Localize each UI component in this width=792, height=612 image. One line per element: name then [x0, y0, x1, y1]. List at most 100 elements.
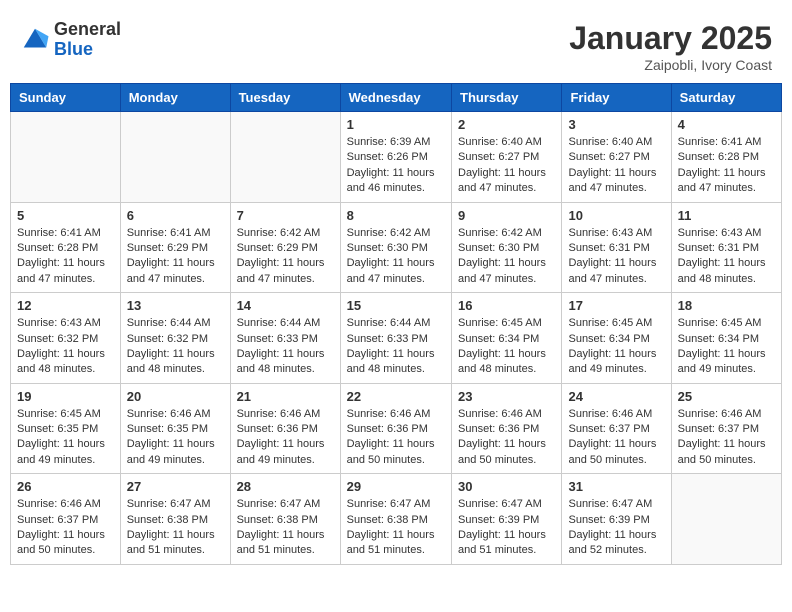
day-info: Sunrise: 6:40 AMSunset: 6:27 PMDaylight:… — [458, 135, 555, 197]
day-number: 15 — [347, 298, 445, 313]
day-number: 25 — [678, 389, 775, 404]
calendar-cell: 17Sunrise: 6:45 AMSunset: 6:34 PMDayligh… — [562, 293, 671, 384]
calendar-cell: 7 Sunrise: 6:42 AMSunset: 6:29 PMDaylight… — [230, 202, 340, 293]
calendar-cell: 14 Sunrise: 6:44 AMSunset: 6:33 PMDayligh… — [230, 293, 340, 384]
calendar-header-tuesday: Tuesday — [230, 84, 340, 112]
week-row-3: 19Sunrise: 6:45 AMSunset: 6:35 PMDayligh… — [11, 383, 782, 474]
calendar-cell: 22Sunrise: 6:46 AMSunset: 6:36 PMDayligh… — [340, 383, 451, 474]
day-number: 31 — [568, 479, 664, 494]
calendar-cell: 10Sunrise: 6:43 AMSunset: 6:31 PMDayligh… — [562, 202, 671, 293]
calendar-cell: 18Sunrise: 6:45 AMSunset: 6:34 PMDayligh… — [671, 293, 781, 384]
calendar-cell: 21Sunrise: 6:46 AMSunset: 6:36 PMDayligh… — [230, 383, 340, 474]
day-info: Sunrise: 6:42 AMSunset: 6:29 PMDaylight:… — [237, 226, 334, 288]
calendar-header-sunday: Sunday — [11, 84, 121, 112]
week-row-1: 5Sunrise: 6:41 AMSunset: 6:28 PMDaylight… — [11, 202, 782, 293]
day-number: 11 — [678, 208, 775, 223]
calendar-cell: 15 Sunrise: 6:44 AMSunset: 6:33 PMDayligh… — [340, 293, 451, 384]
month-title: January 2025 — [569, 20, 772, 57]
day-info: Sunrise: 6:46 AMSunset: 6:36 PMDaylight:… — [347, 407, 445, 469]
day-number: 9 — [458, 208, 555, 223]
calendar-header-saturday: Saturday — [671, 84, 781, 112]
day-number: 24 — [568, 389, 664, 404]
week-row-2: 12 Sunrise: 6:43 AMSunset: 6:32 PMDayligh… — [11, 293, 782, 384]
day-number: 1 — [347, 117, 445, 132]
calendar-cell: 1Sunrise: 6:39 AMSunset: 6:26 PMDaylight… — [340, 112, 451, 203]
calendar-cell: 23Sunrise: 6:46 AMSunset: 6:36 PMDayligh… — [452, 383, 562, 474]
calendar-cell: 16 Sunrise: 6:45 AMSunset: 6:34 PMDayligh… — [452, 293, 562, 384]
logo-icon — [20, 25, 50, 55]
location-subtitle: Zaipobli, Ivory Coast — [569, 57, 772, 73]
calendar-cell: 20 Sunrise: 6:46 AMSunset: 6:35 PMDayligh… — [120, 383, 230, 474]
day-number: 7 — [237, 208, 334, 223]
day-info: Sunrise: 6:47 AMSunset: 6:38 PMDaylight:… — [237, 497, 334, 559]
calendar-cell: 13 Sunrise: 6:44 AMSunset: 6:32 PMDayligh… — [120, 293, 230, 384]
calendar-header-wednesday: Wednesday — [340, 84, 451, 112]
day-number: 14 — [237, 298, 334, 313]
day-number: 20 — [127, 389, 224, 404]
day-number: 26 — [17, 479, 114, 494]
day-number: 13 — [127, 298, 224, 313]
day-info: Sunrise: 6:43 AMSunset: 6:32 PMDaylight:… — [17, 316, 114, 378]
logo-general-text: General — [54, 20, 121, 40]
calendar-cell: 9 Sunrise: 6:42 AMSunset: 6:30 PMDaylight… — [452, 202, 562, 293]
calendar-header-friday: Friday — [562, 84, 671, 112]
calendar-header-row: SundayMondayTuesdayWednesdayThursdayFrid… — [11, 84, 782, 112]
calendar-cell: 4 Sunrise: 6:41 AMSunset: 6:28 PMDaylight… — [671, 112, 781, 203]
title-block: January 2025 Zaipobli, Ivory Coast — [569, 20, 772, 73]
day-info: Sunrise: 6:45 AMSunset: 6:34 PMDaylight:… — [678, 316, 775, 378]
day-info: Sunrise: 6:45 AMSunset: 6:34 PMDaylight:… — [458, 316, 555, 378]
calendar-header-thursday: Thursday — [452, 84, 562, 112]
day-info: Sunrise: 6:44 AMSunset: 6:33 PMDaylight:… — [237, 316, 334, 378]
calendar-cell: 30Sunrise: 6:47 AMSunset: 6:39 PMDayligh… — [452, 474, 562, 565]
day-info: Sunrise: 6:47 AMSunset: 6:39 PMDaylight:… — [458, 497, 555, 559]
calendar-cell — [120, 112, 230, 203]
day-info: Sunrise: 6:42 AMSunset: 6:30 PMDaylight:… — [458, 226, 555, 288]
day-info: Sunrise: 6:42 AMSunset: 6:30 PMDaylight:… — [347, 226, 445, 288]
day-info: Sunrise: 6:41 AMSunset: 6:28 PMDaylight:… — [678, 135, 775, 197]
day-number: 19 — [17, 389, 114, 404]
day-number: 3 — [568, 117, 664, 132]
calendar-table: SundayMondayTuesdayWednesdayThursdayFrid… — [10, 83, 782, 565]
calendar-cell: 11 Sunrise: 6:43 AMSunset: 6:31 PMDayligh… — [671, 202, 781, 293]
calendar-cell: 19Sunrise: 6:45 AMSunset: 6:35 PMDayligh… — [11, 383, 121, 474]
calendar-cell: 8 Sunrise: 6:42 AMSunset: 6:30 PMDaylight… — [340, 202, 451, 293]
day-number: 6 — [127, 208, 224, 223]
day-info: Sunrise: 6:46 AMSunset: 6:36 PMDaylight:… — [458, 407, 555, 469]
day-info: Sunrise: 6:46 AMSunset: 6:37 PMDaylight:… — [568, 407, 664, 469]
logo: General Blue — [20, 20, 121, 60]
calendar-cell: 28 Sunrise: 6:47 AMSunset: 6:38 PMDayligh… — [230, 474, 340, 565]
day-info: Sunrise: 6:46 AMSunset: 6:35 PMDaylight:… — [127, 407, 224, 469]
day-info: Sunrise: 6:43 AMSunset: 6:31 PMDaylight:… — [568, 226, 664, 288]
day-info: Sunrise: 6:46 AMSunset: 6:37 PMDaylight:… — [678, 407, 775, 469]
calendar-cell: 24 Sunrise: 6:46 AMSunset: 6:37 PMDayligh… — [562, 383, 671, 474]
calendar-cell: 3 Sunrise: 6:40 AMSunset: 6:27 PMDaylight… — [562, 112, 671, 203]
calendar-cell: 29Sunrise: 6:47 AMSunset: 6:38 PMDayligh… — [340, 474, 451, 565]
calendar-cell: 31 Sunrise: 6:47 AMSunset: 6:39 PMDayligh… — [562, 474, 671, 565]
week-row-4: 26 Sunrise: 6:46 AMSunset: 6:37 PMDayligh… — [11, 474, 782, 565]
day-info: Sunrise: 6:44 AMSunset: 6:32 PMDaylight:… — [127, 316, 224, 378]
day-info: Sunrise: 6:47 AMSunset: 6:38 PMDaylight:… — [127, 497, 224, 559]
day-info: Sunrise: 6:44 AMSunset: 6:33 PMDaylight:… — [347, 316, 445, 378]
day-info: Sunrise: 6:45 AMSunset: 6:34 PMDaylight:… — [568, 316, 664, 378]
day-info: Sunrise: 6:40 AMSunset: 6:27 PMDaylight:… — [568, 135, 664, 197]
day-number: 12 — [17, 298, 114, 313]
day-number: 4 — [678, 117, 775, 132]
day-number: 29 — [347, 479, 445, 494]
day-number: 16 — [458, 298, 555, 313]
calendar-cell — [11, 112, 121, 203]
calendar-cell: 25 Sunrise: 6:46 AMSunset: 6:37 PMDayligh… — [671, 383, 781, 474]
day-info: Sunrise: 6:43 AMSunset: 6:31 PMDaylight:… — [678, 226, 775, 288]
day-info: Sunrise: 6:46 AMSunset: 6:37 PMDaylight:… — [17, 497, 114, 559]
day-number: 8 — [347, 208, 445, 223]
calendar-cell — [230, 112, 340, 203]
calendar-cell: 6 Sunrise: 6:41 AMSunset: 6:29 PMDaylight… — [120, 202, 230, 293]
day-info: Sunrise: 6:46 AMSunset: 6:36 PMDaylight:… — [237, 407, 334, 469]
calendar-cell: 26 Sunrise: 6:46 AMSunset: 6:37 PMDayligh… — [11, 474, 121, 565]
calendar-cell: 12 Sunrise: 6:43 AMSunset: 6:32 PMDayligh… — [11, 293, 121, 384]
day-number: 28 — [237, 479, 334, 494]
day-info: Sunrise: 6:41 AMSunset: 6:29 PMDaylight:… — [127, 226, 224, 288]
calendar-header-monday: Monday — [120, 84, 230, 112]
calendar-cell: 27Sunrise: 6:47 AMSunset: 6:38 PMDayligh… — [120, 474, 230, 565]
day-info: Sunrise: 6:47 AMSunset: 6:39 PMDaylight:… — [568, 497, 664, 559]
calendar-cell: 2Sunrise: 6:40 AMSunset: 6:27 PMDaylight… — [452, 112, 562, 203]
